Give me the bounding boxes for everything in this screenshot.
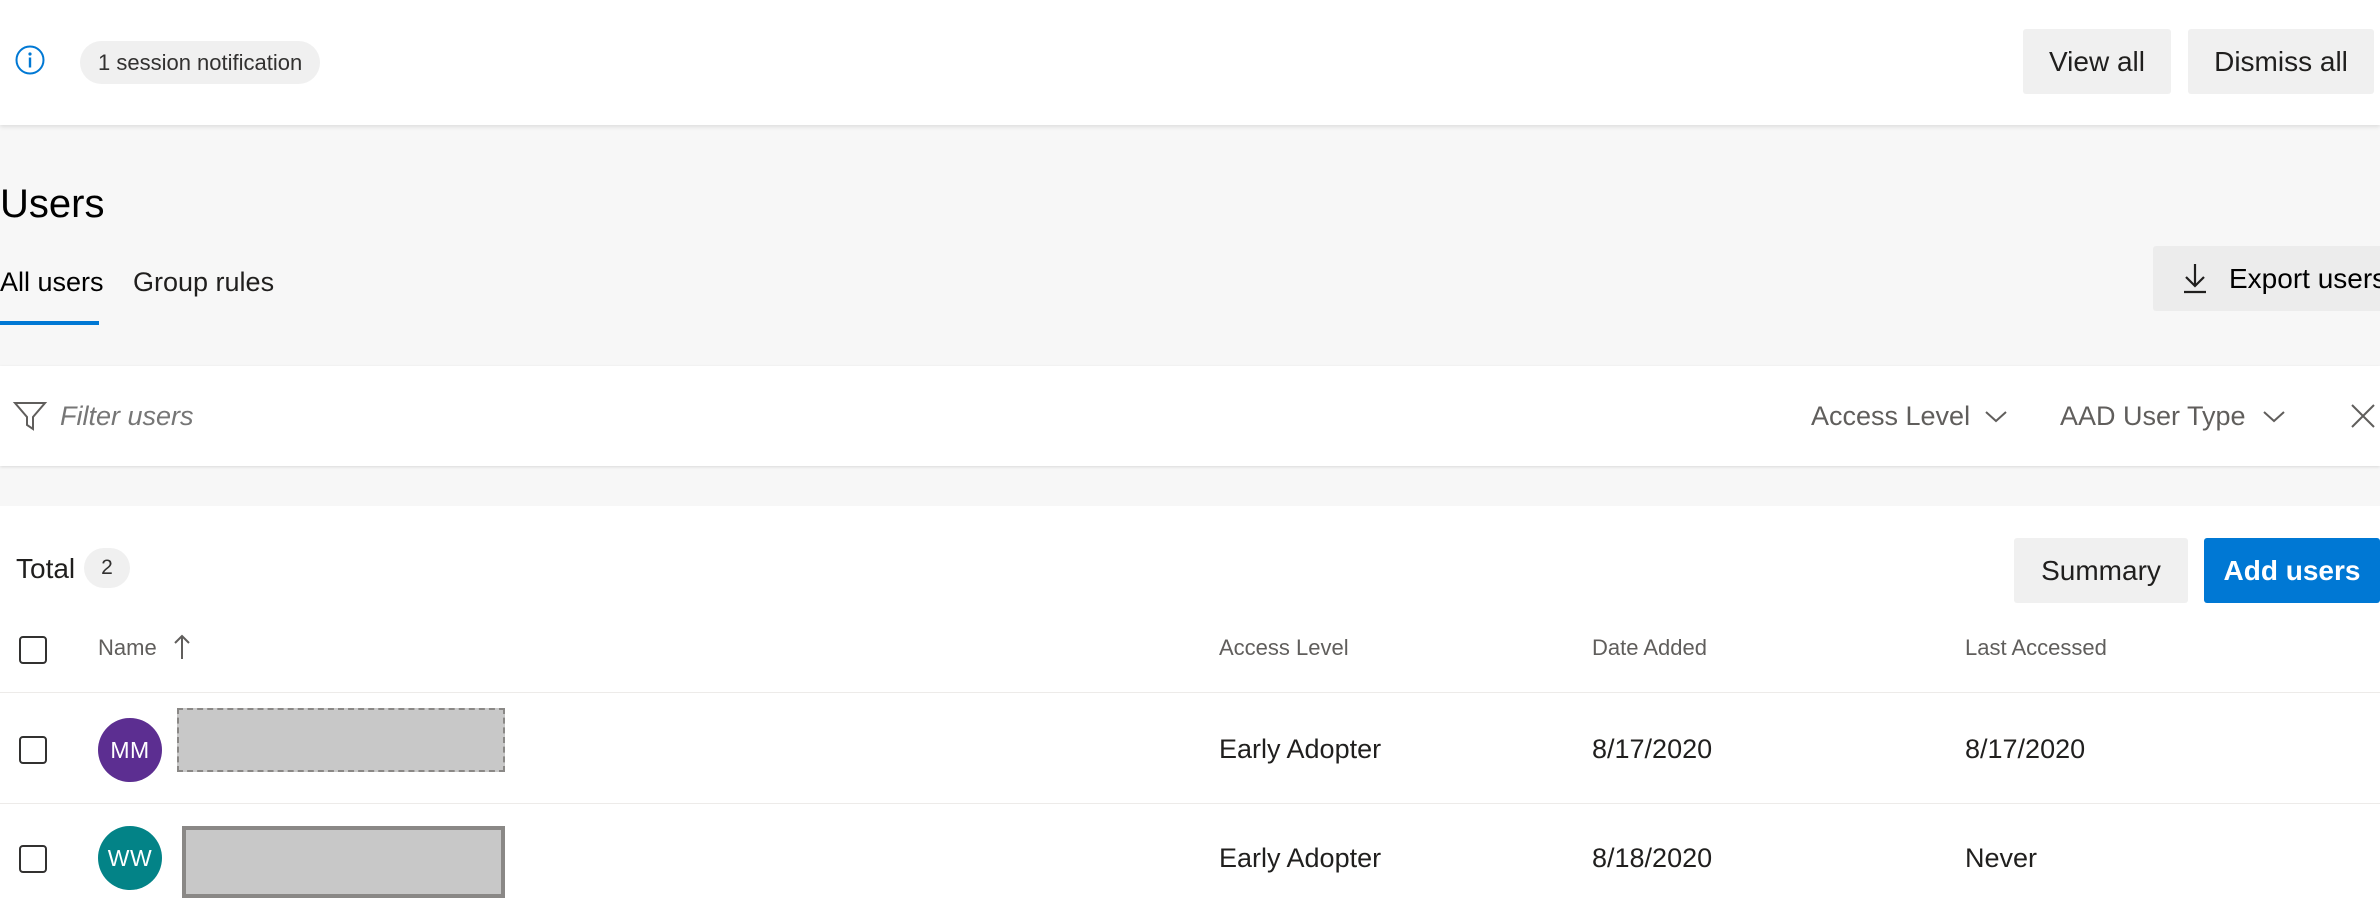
aad-user-type-dropdown-label: AAD User Type (2060, 401, 2246, 431)
chevron-down-icon (1985, 411, 2007, 423)
avatar: MM (98, 718, 162, 782)
export-users-button[interactable]: Export users (2153, 246, 2380, 311)
header-divider (0, 692, 2380, 693)
dismiss-all-button[interactable]: Dismiss all (2188, 29, 2374, 94)
export-users-label: Export users (2229, 263, 2380, 294)
access-level-cell: Early Adopter (1219, 843, 1382, 873)
session-notification-badge[interactable]: 1 session notification (80, 41, 321, 84)
page-title: Users (0, 182, 105, 226)
filter-bar: Access Level AAD User Type (0, 366, 2380, 466)
total-label: Total (16, 553, 76, 584)
column-header-access-level[interactable]: Access Level (1219, 632, 1349, 664)
funnel-icon (12, 402, 48, 431)
column-header-date-added[interactable]: Date Added (1592, 632, 1707, 664)
arrow-up-icon (174, 634, 190, 659)
view-all-button[interactable]: View all (2023, 29, 2171, 94)
column-header-last-accessed[interactable]: Last Accessed (1965, 632, 2107, 664)
row-divider (0, 803, 2380, 804)
info-icon (15, 45, 45, 75)
tab-group-rules[interactable]: Group rules (133, 262, 274, 302)
row-checkbox[interactable] (19, 845, 47, 873)
notification-bar: 1 session notification View all Dismiss … (0, 0, 2380, 125)
close-icon[interactable] (2349, 402, 2377, 430)
access-level-dropdown[interactable]: Access Level (1811, 392, 2011, 440)
chevron-down-icon (2263, 411, 2285, 423)
summary-button[interactable]: Summary (2014, 538, 2188, 603)
access-level-dropdown-label: Access Level (1811, 401, 1971, 431)
filter-users-input[interactable] (60, 392, 960, 440)
avatar: WW (98, 826, 162, 890)
date-added-cell: 8/18/2020 (1592, 843, 1713, 873)
access-level-cell: Early Adopter (1219, 734, 1382, 764)
aad-user-type-dropdown[interactable]: AAD User Type (2060, 392, 2285, 440)
column-header-name[interactable]: Name (98, 632, 157, 664)
tab-all-users[interactable]: All users (0, 262, 104, 302)
add-users-button[interactable]: Add users (2204, 538, 2380, 603)
row-checkbox[interactable] (19, 736, 47, 764)
selected-tab-indicator (0, 321, 99, 325)
total-count-badge: 2 (84, 548, 130, 588)
last-accessed-cell: 8/17/2020 (1965, 734, 2086, 764)
download-arrow-icon (2184, 264, 2206, 294)
select-all-checkbox[interactable] (19, 636, 47, 664)
date-added-cell: 8/17/2020 (1592, 734, 1713, 764)
user-name-redacted[interactable] (177, 708, 505, 772)
last-accessed-cell: Never (1965, 843, 2038, 873)
user-name-redacted[interactable] (182, 826, 505, 898)
